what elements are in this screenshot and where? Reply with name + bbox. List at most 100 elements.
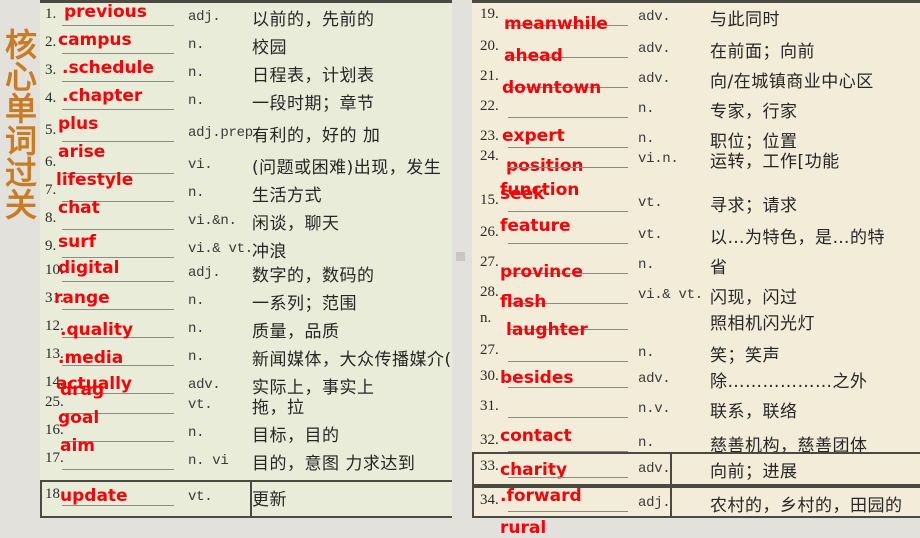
chinese-definition: (问题或困难)出现，发生 — [252, 158, 442, 178]
row-number: 26. — [480, 224, 499, 240]
row-number: 28. — [480, 284, 499, 300]
answer-blank-line[interactable] — [62, 80, 174, 82]
answer-blank-line[interactable] — [62, 280, 174, 282]
table-row: 10. adj. 数字的，数码的 digital — [40, 258, 452, 288]
chinese-definition: 一段时期；章节 — [252, 94, 375, 114]
answer-blank-line[interactable] — [508, 360, 628, 362]
chinese-definition: 有利的，好的 加 — [252, 126, 381, 146]
table-row: 20. adv. 在前面；向前 ahead — [472, 36, 920, 66]
answer-word: feature — [500, 216, 571, 236]
table-row: 16. n. 目标，目的 goal — [40, 408, 452, 448]
chinese-definition: 与此同时 — [710, 10, 780, 30]
part-of-speech: adj. — [188, 9, 221, 25]
chinese-definition: 运转，工作[功能 — [710, 152, 840, 172]
answer-word: province — [500, 262, 583, 282]
part-of-speech: adv. — [638, 9, 671, 25]
chinese-definition: 照相机闪光灯 — [710, 314, 815, 334]
row-number: 24. — [480, 148, 499, 164]
chinese-definition: 新闻媒体，大众传播媒介( — [252, 350, 452, 370]
right-cell-33-border — [472, 452, 920, 486]
part-of-speech: vi.n. — [638, 151, 679, 167]
answer-word: meanwhile — [504, 14, 608, 34]
answer-blank-line[interactable] — [62, 52, 174, 54]
part-of-speech: adv. — [188, 377, 221, 393]
part-of-speech: n. — [188, 37, 205, 53]
table-row: 19. adv. 与此同时 meanwhile — [472, 4, 920, 34]
answer-word: digital — [58, 258, 120, 278]
table-row: 17. n. vi 目的，意图 力求达到 aim — [40, 436, 452, 476]
chinese-definition: 向/在城镇商业中心区 — [710, 72, 874, 92]
answer-word: .chapter — [62, 86, 143, 106]
part-of-speech: n. — [188, 293, 205, 309]
right-cell-34-border — [472, 486, 920, 518]
chinese-definition: 生活方式 — [252, 186, 322, 206]
row-number: 32. — [480, 432, 499, 448]
chinese-definition: 在前面；向前 — [710, 42, 815, 62]
part-of-speech: adj.prep. — [188, 125, 261, 141]
row-number: 27. — [480, 254, 499, 270]
answer-word: .quality — [60, 320, 134, 340]
table-row: 7. n. 生活方式 lifestyle — [40, 170, 452, 208]
answer-blank-line[interactable] — [62, 308, 174, 310]
chinese-definition: 一系列；范围 — [252, 294, 357, 314]
answer-word: chat — [58, 198, 100, 218]
chinese-definition: 日程表，计划表 — [252, 66, 375, 86]
left-bottom-cell-border — [40, 480, 452, 518]
answer-word: goal — [58, 408, 100, 428]
answer-word: downtown — [502, 78, 602, 98]
part-of-speech: adv. — [638, 41, 671, 57]
part-of-speech: n. — [638, 101, 655, 117]
row-number: 8. — [45, 210, 57, 226]
chinese-definition: 闲谈，聊天 — [252, 214, 340, 234]
table-row: 1. adj. 以前的，先前的 previous — [40, 2, 452, 32]
answer-word: campus — [58, 30, 132, 50]
answer-word: seek — [500, 184, 545, 204]
chinese-definition: 目标，目的 — [252, 426, 340, 446]
row-number: n. — [480, 310, 492, 326]
answer-word: arise — [58, 142, 106, 162]
chinese-definition: 专家，行家 — [710, 102, 798, 122]
chinese-definition: 目的，意图 力求达到 — [252, 454, 416, 474]
part-of-speech: adv. — [638, 371, 671, 387]
part-of-speech: vi.&n. — [188, 213, 237, 229]
part-of-speech: vi. — [188, 157, 213, 173]
table-row: 2. n. 校园 campus — [40, 30, 452, 60]
answer-blank-line[interactable] — [508, 116, 628, 118]
answer-blank-line[interactable] — [508, 386, 628, 388]
row-number: 31. — [480, 398, 499, 414]
table-row: 24. vi.n. 运转，工作[功能 function — [472, 146, 920, 200]
answer-blank-line[interactable] — [508, 242, 628, 244]
part-of-speech: n. vi — [188, 453, 229, 469]
answer-blank-line[interactable] — [508, 166, 628, 168]
row-number: 27. — [480, 342, 499, 358]
answer-blank-line[interactable] — [508, 210, 628, 212]
part-of-speech: vt. — [638, 227, 663, 243]
answer-blank-line[interactable] — [508, 416, 628, 418]
page-title-vertical: 核心单词过关 — [0, 28, 38, 220]
chinese-definition: 数字的，数码的 — [252, 266, 375, 286]
answer-blank-line[interactable] — [62, 108, 174, 110]
chinese-definition: 冲浪 — [252, 242, 287, 262]
row-number: 7. — [45, 182, 57, 198]
part-of-speech: n. — [188, 65, 205, 81]
answer-blank-line[interactable] — [62, 24, 174, 26]
answer-word: laughter — [506, 320, 588, 340]
row-number: 21. — [480, 68, 499, 84]
part-of-speech: n. — [188, 425, 205, 441]
answer-blank-line[interactable] — [62, 468, 174, 470]
part-of-speech: n. — [188, 93, 205, 109]
table-row: 13. n. 新闻媒体，大众传播媒介(.media — [40, 344, 452, 372]
part-of-speech: n.v. — [638, 401, 671, 417]
row-number: 20. — [480, 38, 499, 54]
table-row: 30. adv. 除………………之外 — [472, 366, 920, 394]
chinese-definition: 除………………之外 — [710, 372, 868, 392]
table-row: 15. vt. 寻求；请求 seek — [472, 184, 920, 218]
table-row: 27. n. 笑；笑声 besides — [472, 340, 920, 388]
left-bottom-cell-divider — [250, 480, 252, 518]
table-row: 21. adv. 向/在城镇商业中心区 downtown — [472, 66, 920, 98]
chinese-definition: 寻求；请求 — [710, 196, 798, 216]
row-number: 30. — [480, 368, 499, 384]
table-row: 31. n. 一系列；范围 range — [40, 288, 452, 316]
row-number: 15. — [480, 192, 499, 208]
answer-blank-line[interactable] — [62, 228, 174, 230]
